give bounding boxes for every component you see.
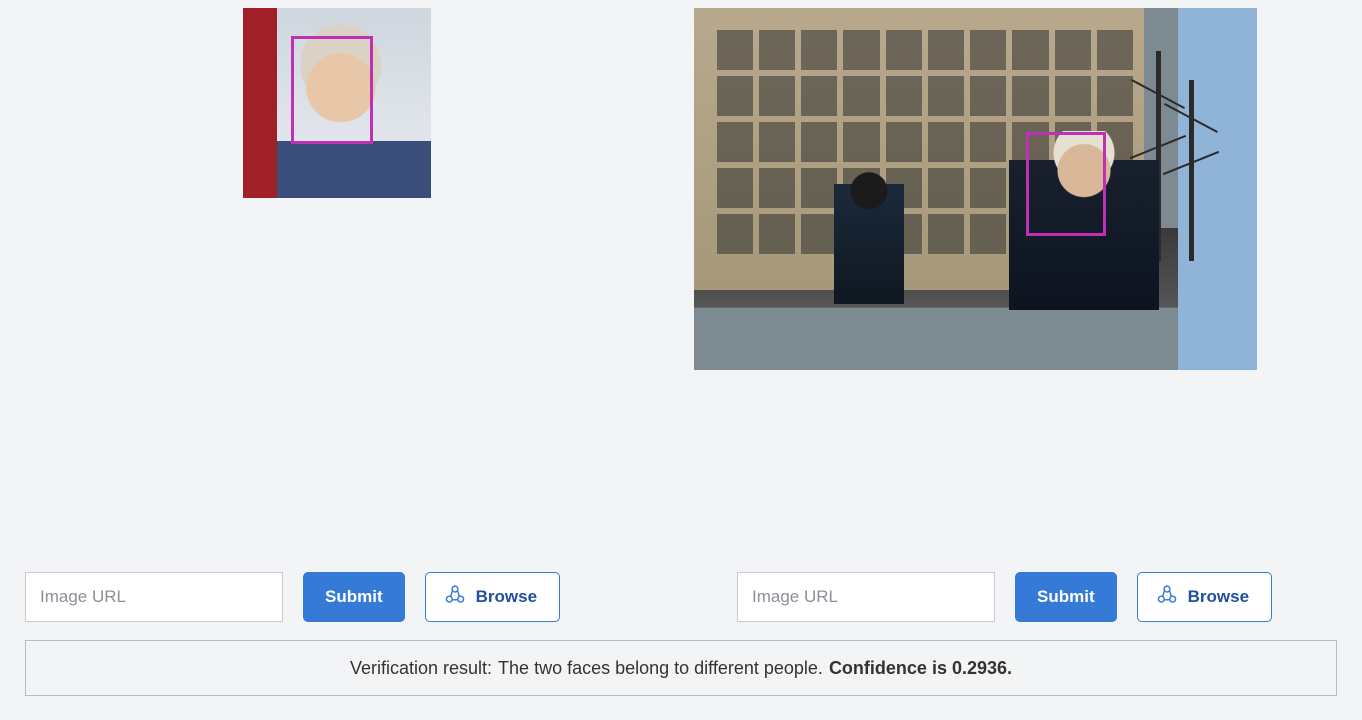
controls-row: Submit Browse Submit: [25, 572, 1337, 622]
left-image-panel: [243, 8, 431, 198]
right-image-panel: [694, 8, 1257, 370]
right-browse-label: Browse: [1188, 587, 1249, 607]
left-browse-button[interactable]: Browse: [425, 572, 560, 622]
image-stage: [0, 0, 1362, 570]
browse-icon: [1156, 584, 1178, 611]
person-silhouette-decor: [829, 167, 909, 337]
result-prefix: Verification result:: [350, 658, 492, 679]
right-submit-button[interactable]: Submit: [1015, 572, 1117, 622]
tree-decor: [1189, 80, 1194, 261]
left-image-placeholder: [243, 8, 431, 198]
left-image-url-input[interactable]: [25, 572, 283, 622]
left-submit-button[interactable]: Submit: [303, 572, 405, 622]
result-confidence: Confidence is 0.2936.: [829, 658, 1012, 679]
right-browse-button[interactable]: Browse: [1137, 572, 1272, 622]
browse-icon: [444, 584, 466, 611]
result-message: The two faces belong to different people…: [498, 658, 823, 679]
right-input-group: Submit Browse: [737, 572, 1337, 622]
verification-result-bar: Verification result: The two faces belon…: [25, 640, 1337, 696]
right-image-url-input[interactable]: [737, 572, 995, 622]
left-input-group: Submit Browse: [25, 572, 625, 622]
left-browse-label: Browse: [476, 587, 537, 607]
person-silhouette-decor: [1004, 131, 1164, 351]
